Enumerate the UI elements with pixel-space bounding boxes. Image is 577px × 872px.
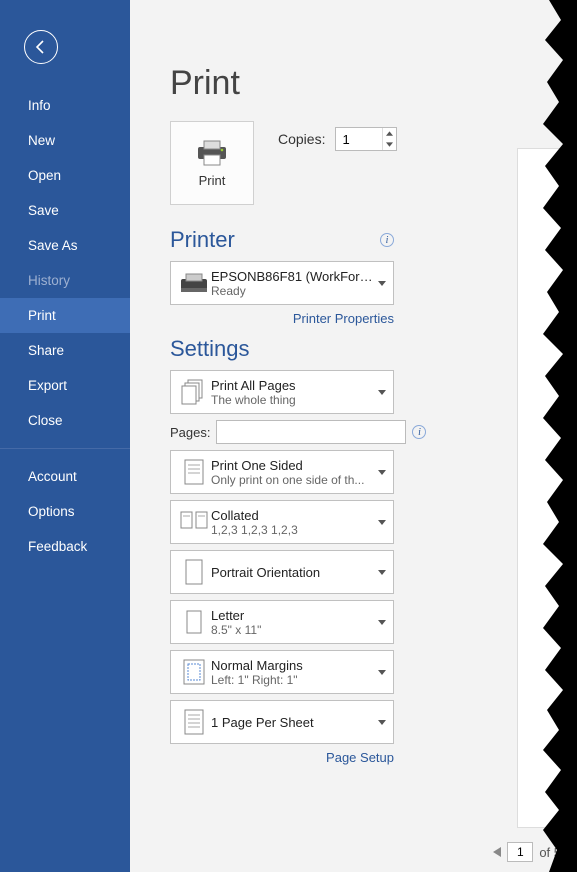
print-button[interactable]: Print bbox=[170, 121, 254, 205]
nav-new[interactable]: New bbox=[0, 123, 130, 158]
printer-caret bbox=[377, 281, 387, 286]
collate-dropdown[interactable]: Collated 1,2,3 1,2,3 1,2,3 bbox=[170, 500, 394, 544]
copies-up[interactable] bbox=[383, 128, 396, 139]
nav-share[interactable]: Share bbox=[0, 333, 130, 368]
page-setup-link[interactable]: Page Setup bbox=[170, 750, 394, 765]
prev-page-button[interactable] bbox=[493, 845, 501, 860]
portrait-icon bbox=[183, 558, 205, 586]
page-navigation: of 5 bbox=[493, 842, 561, 862]
nav-primary: Info New Open Save Save As History Print… bbox=[0, 88, 130, 564]
nav-save[interactable]: Save bbox=[0, 193, 130, 228]
pages-per-sheet-dropdown[interactable]: 1 Page Per Sheet bbox=[170, 700, 394, 744]
nav-account[interactable]: Account bbox=[0, 459, 130, 494]
info-icon[interactable]: i bbox=[412, 425, 426, 439]
orientation-dropdown[interactable]: Portrait Orientation bbox=[170, 550, 394, 594]
pages-input[interactable] bbox=[216, 420, 406, 444]
chevron-down-icon bbox=[378, 720, 386, 725]
chevron-down-icon bbox=[378, 470, 386, 475]
chevron-down-icon bbox=[386, 142, 393, 147]
nav-save-as[interactable]: Save As bbox=[0, 228, 130, 263]
pages-label: Pages: bbox=[170, 425, 210, 440]
nav-print[interactable]: Print bbox=[0, 298, 130, 333]
triangle-left-icon bbox=[493, 847, 501, 857]
nav-info[interactable]: Info bbox=[0, 88, 130, 123]
copies-label: Copies: bbox=[278, 131, 325, 147]
chevron-down-icon bbox=[378, 570, 386, 575]
print-button-label: Print bbox=[199, 173, 226, 188]
per-sheet-icon bbox=[182, 708, 206, 736]
arrow-left-icon bbox=[33, 39, 49, 55]
pages-row: Pages: i bbox=[170, 420, 394, 444]
settings-section-title: Settings bbox=[170, 336, 394, 362]
pages-stack-icon bbox=[180, 378, 208, 406]
nav-close[interactable]: Close bbox=[0, 403, 130, 438]
main-panel: Print Print Copies: Printer i bbox=[130, 0, 577, 872]
paper-size-dropdown[interactable]: Letter 8.5" x 11" bbox=[170, 600, 394, 644]
chevron-down-icon bbox=[378, 670, 386, 675]
one-sided-icon bbox=[182, 458, 206, 486]
printer-properties-link[interactable]: Printer Properties bbox=[170, 311, 394, 326]
current-page-input[interactable] bbox=[507, 842, 533, 862]
chevron-down-icon bbox=[378, 520, 386, 525]
printer-icon bbox=[195, 139, 229, 167]
print-row: Print Copies: bbox=[170, 121, 565, 205]
printer-section-title: Printer i bbox=[170, 227, 394, 253]
nav-export[interactable]: Export bbox=[0, 368, 130, 403]
chevron-down-icon bbox=[378, 620, 386, 625]
printer-device-icon bbox=[179, 272, 209, 294]
copies-input[interactable] bbox=[336, 128, 382, 150]
print-preview bbox=[517, 148, 577, 828]
nav-feedback[interactable]: Feedback bbox=[0, 529, 130, 564]
paper-icon bbox=[183, 608, 205, 636]
info-icon[interactable]: i bbox=[380, 233, 394, 247]
page-title: Print bbox=[170, 64, 565, 103]
chevron-up-icon bbox=[386, 131, 393, 136]
copies-spinner[interactable] bbox=[335, 127, 397, 151]
nav-separator bbox=[0, 448, 130, 449]
printer-dropdown[interactable]: EPSONB86F81 (WorkForce 8... Ready bbox=[170, 261, 394, 305]
nav-options[interactable]: Options bbox=[0, 494, 130, 529]
copies-down[interactable] bbox=[383, 139, 396, 150]
chevron-down-icon bbox=[378, 281, 386, 286]
copies-row: Copies: bbox=[278, 127, 397, 151]
chevron-down-icon bbox=[378, 390, 386, 395]
printer-status: Ready bbox=[211, 284, 377, 298]
print-range-dropdown[interactable]: Print All Pages The whole thing bbox=[170, 370, 394, 414]
nav-open[interactable]: Open bbox=[0, 158, 130, 193]
page-total-label: of 5 bbox=[539, 845, 561, 860]
printer-name: EPSONB86F81 (WorkForce 8... bbox=[211, 269, 377, 284]
backstage-sidebar: Info New Open Save Save As History Print… bbox=[0, 0, 130, 872]
sided-dropdown[interactable]: Print One Sided Only print on one side o… bbox=[170, 450, 394, 494]
margins-icon bbox=[182, 658, 206, 686]
collated-icon bbox=[179, 509, 209, 535]
nav-history: History bbox=[0, 263, 130, 298]
back-button[interactable] bbox=[24, 30, 58, 64]
margins-dropdown[interactable]: Normal Margins Left: 1" Right: 1" bbox=[170, 650, 394, 694]
